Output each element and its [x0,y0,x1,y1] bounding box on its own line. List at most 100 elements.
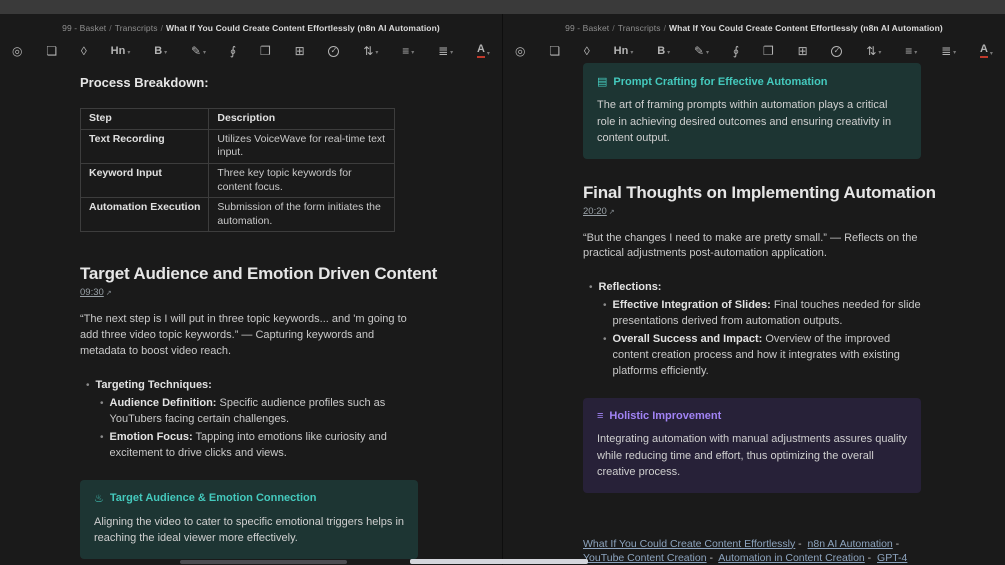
chevron-down-icon: ▾ [486,51,490,57]
tag-links: What If You Could Create Content Effortl… [583,537,921,565]
table-cell: Three key topic keywords for content foc… [208,162,395,199]
table-cell: Text Recording [79,128,210,164]
font-color-icon[interactable]: A ▾ [476,44,490,58]
record-icon[interactable]: ◎ [12,45,22,57]
horizontal-scrollbar-thumb[interactable] [410,559,588,564]
window-titlebar [0,0,1005,14]
horizontal-scrollbar-thumb[interactable] [180,560,347,564]
quote-paragraph: “But the changes I need to make are pret… [583,231,918,260]
font-color-icon[interactable]: A ▾ [979,44,993,58]
ordered-list-icon[interactable]: ≣ ▾ [438,45,453,57]
chevron-down-icon: ▾ [989,51,993,57]
tag-link-separator: - [892,537,903,550]
breadcrumb: 99 - Basket / Transcripts / What If You Coul… [503,23,1005,33]
editing-toolbar: ◎ ❏ ◊ Hn ▾ B ▾ ✎ ▾ ∮ ❐ ⊞ ✓ ⇅ ▾ ≡ ▾ ≣ ▾ A ▾ [503,41,1005,61]
breadcrumb-folder[interactable]: Transcripts [618,23,661,33]
timestamp-link[interactable]: 09:30 [80,287,104,298]
list-item-lead: Overall Success and Impact: [612,333,763,346]
list-item: • Audience Definition: Specific audience… [80,396,418,428]
new-note-icon[interactable]: ❏ [549,45,560,57]
timestamp-link-wrap: 09:30 ↗ [80,287,418,298]
tag-link[interactable]: What If You Could Create Content Effortl… [583,538,795,550]
table-icon[interactable]: ⊞ [798,45,808,57]
tag-link-separator: - [864,552,875,565]
text-style-icon[interactable]: ⇅ ▾ [866,45,881,57]
breadcrumb-folder[interactable]: Transcripts [115,23,158,33]
breadcrumb: 99 - Basket / Transcripts / What If You Coul… [0,23,502,33]
tag-link[interactable]: YouTube Content Creation [583,552,707,564]
chevron-down-icon: ▾ [630,49,634,56]
eraser-icon[interactable]: ◊ [584,45,590,57]
tag-link[interactable]: n8n AI Automation [808,538,893,550]
check-circle-icon[interactable]: ✓ [831,45,843,57]
bullet-icon: • [589,282,593,294]
bold-icon[interactable]: B ▾ [154,45,168,57]
breadcrumb-vault[interactable]: 99 - Basket [62,23,106,33]
callout-title: Target Audience & Emotion Connection [109,492,317,505]
chevron-down-icon: ▾ [411,50,415,56]
paperclip-icon[interactable]: ∮ [230,45,236,57]
table-cell: Utilizes VoiceWave for real-time text in… [208,128,395,164]
heading-icon[interactable]: Hn ▾ [614,45,634,57]
breadcrumb-note-title[interactable]: What If You Could Create Content Effortl… [166,23,440,33]
bold-icon[interactable]: B ▾ [657,45,671,57]
section-heading-final-thoughts: Final Thoughts on Implementing Automatio… [583,182,936,202]
chevron-down-icon: ▾ [127,49,131,56]
heading-icon[interactable]: Hn ▾ [111,45,131,57]
process-table: Step Description Text Recording Utilizes… [79,108,395,233]
bullet-list-icon[interactable]: ≡ ▾ [402,45,414,57]
table-row: Automation Execution Submission of the f… [79,197,395,233]
breadcrumb-vault[interactable]: 99 - Basket [565,23,609,33]
section-heading-target-audience: Target Audience and Emotion Driven Conte… [80,264,438,284]
table-cell: Submission of the form initiates the aut… [208,197,395,233]
ordered-list-icon[interactable]: ≣ ▾ [941,45,956,57]
reflections-list: • Reflections: • Effective Integration o… [583,280,921,380]
text-style-icon[interactable]: ⇅ ▾ [363,45,378,57]
table-cell: Keyword Input [79,162,210,199]
list-item: • Effective Integration of Slides: Final… [583,298,921,330]
table-header-step: Step [79,108,210,130]
example-callout: ≡ Holistic Improvement Integrating autom… [583,398,921,493]
editor-pane-left: 99 - Basket / Transcripts / What If You Coul… [0,14,502,565]
check-circle-icon[interactable]: ✓ [328,45,340,57]
table-cell: Automation Execution [79,197,210,233]
paperclip-icon[interactable]: ∮ [733,45,739,57]
list-icon: ≡ [597,410,604,422]
chevron-down-icon: ▾ [450,50,454,56]
list-title: Targeting Techniques: [95,379,212,392]
callout-body: Integrating automation with manual adjus… [597,433,908,478]
callout-title: Prompt Crafting for Effective Automation [613,75,828,88]
new-note-icon[interactable]: ❏ [46,45,57,57]
export-file-icon[interactable]: ❐ [260,45,271,57]
tag-link-separator: - [706,552,716,565]
edit-icon[interactable]: ✎ ▾ [694,45,709,57]
callout-body: The art of framing prompts within automa… [597,99,892,144]
edit-icon[interactable]: ✎ ▾ [191,45,206,57]
note-content: Process Breakdown: Step Description Text… [79,75,438,565]
tag-link[interactable]: Automation in Content Creation [718,552,865,564]
record-icon[interactable]: ◎ [515,45,525,57]
chevron-down-icon: ▾ [203,50,207,56]
external-link-icon: ↗ [608,208,615,216]
breadcrumb-separator: / [160,23,164,33]
chevron-down-icon: ▾ [164,49,168,56]
bullet-icon: • [100,432,104,444]
editing-toolbar: ◎ ❏ ◊ Hn ▾ B ▾ ✎ ▾ ∮ ❐ ⊞ ✓ ⇅ ▾ ≡ ▾ ≣ ▾ A ▾ [0,41,502,61]
export-file-icon[interactable]: ❐ [763,45,774,57]
eraser-icon[interactable]: ◊ [81,45,87,57]
table-row: Text Recording Utilizes VoiceWave for re… [79,128,395,164]
timestamp-link-wrap: 20:20 ↗ [583,206,921,217]
table-icon[interactable]: ⊞ [295,45,305,57]
table-row: Keyword Input Three key topic keywords f… [79,162,395,199]
chevron-down-icon: ▾ [667,49,671,56]
breadcrumb-separator: / [612,23,615,33]
list-item: • Emotion Focus: Tapping into emotions l… [80,430,418,462]
breadcrumb-note-title[interactable]: What If You Could Create Content Effortl… [669,23,943,33]
chevron-down-icon: ▾ [878,50,882,56]
timestamp-link[interactable]: 20:20 [583,206,607,217]
bullet-list-icon[interactable]: ≡ ▾ [905,45,917,57]
list-item-lead: Effective Integration of Slides: [612,299,771,312]
chevron-down-icon: ▾ [914,50,918,56]
note-content: ▤ Prompt Crafting for Effective Automati… [583,63,936,565]
breadcrumb-separator: / [663,23,667,33]
